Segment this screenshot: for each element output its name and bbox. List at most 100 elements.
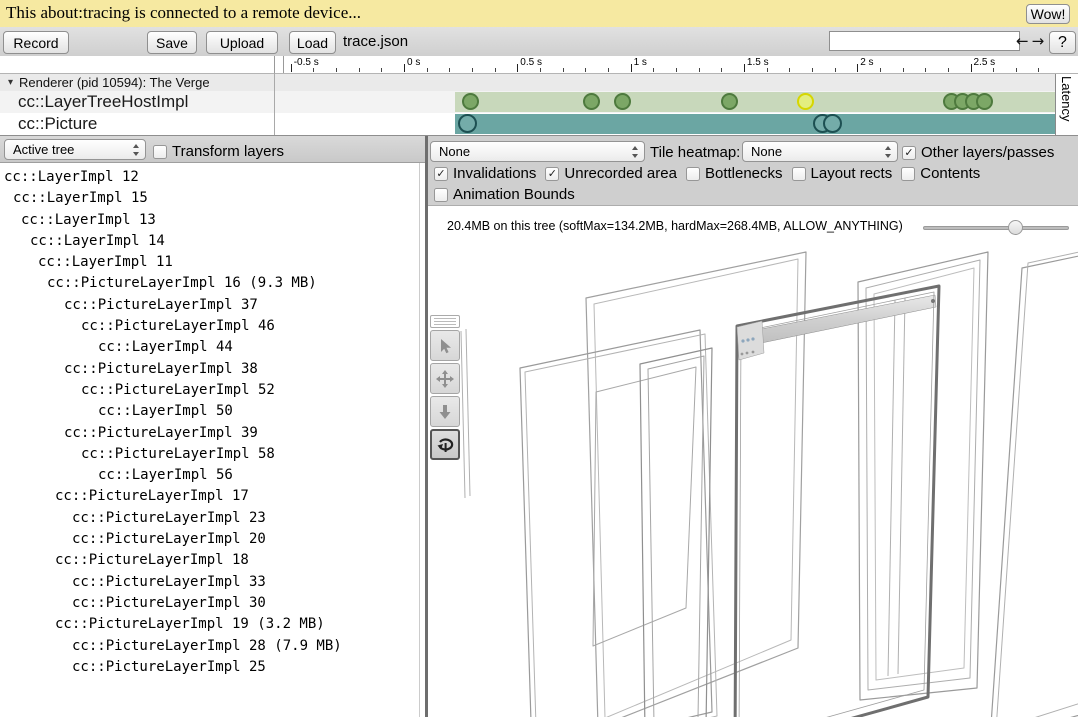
find-next-icon[interactable]: → [1032,32,1045,50]
layer-tree-item[interactable]: cc::LayerImpl 15 [0,188,419,209]
timeline-ruler[interactable]: -0.5 s0 s0.5 s1 s1.5 s2 s2.5 s [0,56,1078,73]
arrow-down-icon [436,403,454,421]
checkbox-box[interactable]: ✓ [902,146,916,160]
checkbox-label: Transform layers [172,143,284,160]
layer-tree-item[interactable]: cc::LayerImpl 14 [0,231,419,252]
checkbox-contents[interactable]: Contents [901,165,980,182]
ruler-tick-label: -0.5 s [294,57,319,68]
tree-type-select[interactable]: Active tree [4,139,146,160]
checkbox-animation-bounds[interactable]: Animation Bounds [434,186,575,203]
upload-button[interactable]: Upload [206,31,278,54]
layer-tree-item[interactable]: cc::PictureLayerImpl 30 [0,593,419,614]
record-button[interactable]: Record [3,31,69,54]
layer-tree-item[interactable]: cc::PictureLayerImpl 33 [0,572,419,593]
layer-tree-item[interactable]: cc::PictureLayerImpl 23 [0,508,419,529]
layer-tree-item[interactable]: cc::PictureLayerImpl 46 [0,316,419,337]
checkbox-transform-layers[interactable]: Transform layers [153,143,284,160]
track-layertreehost-row[interactable]: cc::LayerTreeHostImpl [0,91,1078,113]
layer-tree-item[interactable]: cc::PictureLayerImpl 37 [0,295,419,316]
event-dot[interactable] [614,93,631,110]
track-picture-row[interactable]: cc::Picture [0,113,1078,135]
checkbox-box[interactable] [792,167,806,181]
process-group-header[interactable]: ▾ Renderer (pid 10594): The Verge [0,73,1078,91]
checkbox-box[interactable] [686,167,700,181]
event-dot[interactable] [976,93,993,110]
latency-track-header[interactable]: Latency [1055,74,1078,135]
search-input[interactable] [829,31,1020,51]
layer-tree[interactable]: cc::LayerImpl 12cc::LayerImpl 15cc::Laye… [0,163,419,717]
picture-event-circle[interactable] [823,114,842,133]
save-button[interactable]: Save [147,31,197,54]
select-tool-button[interactable] [430,330,460,361]
checkbox-bottlenecks[interactable]: Bottlenecks [686,165,783,182]
layer-tree-item[interactable]: cc::PictureLayerImpl 19 (3.2 MB) [0,614,419,635]
picture-event-band[interactable] [455,114,1055,134]
checkbox-label: Other layers/passes [921,144,1054,161]
overlay-select[interactable]: None [430,141,645,162]
checkbox-box[interactable] [434,188,448,202]
ruler-tick [540,68,541,72]
memory-slider-track[interactable] [923,226,1069,230]
latency-label: Latency [1059,76,1074,122]
layer-tree-item[interactable]: cc::PictureLayerImpl 38 [0,359,419,380]
memory-slider[interactable] [923,220,1069,236]
checkbox-layout-rects[interactable]: Layout rects [792,165,893,182]
select-arrows-icon [884,145,892,159]
checkbox-unrecorded-area[interactable]: ✓ Unrecorded area [545,165,677,182]
layer-view-canvas[interactable]: 20.4MB on this tree (softMax=134.2MB, ha… [428,206,1078,717]
layer-tree-item[interactable]: cc::PictureLayerImpl 20 [0,529,419,550]
rotate-3d-icon [436,435,455,454]
event-dot[interactable] [462,93,479,110]
layer-tree-item[interactable]: cc::LayerImpl 13 [0,210,419,231]
layer-tree-item[interactable]: cc::LayerImpl 44 [0,337,419,358]
memory-slider-thumb[interactable] [1008,220,1023,235]
rotate-tool-button[interactable] [430,429,460,460]
ruler-tick [835,68,836,72]
checkbox-box[interactable]: ✓ [545,167,559,181]
wow-button[interactable]: Wow! [1026,4,1070,24]
layer-tree-item[interactable]: cc::PictureLayerImpl 58 [0,444,419,465]
layer-tree-item[interactable]: cc::LayerImpl 50 [0,401,419,422]
pan-tool-button[interactable] [430,363,460,394]
checkbox-label: Unrecorded area [564,165,677,182]
collapse-triangle-icon[interactable]: ▾ [8,77,13,88]
track-label-layertreehost: cc::LayerTreeHostImpl [18,91,188,113]
checkbox-box[interactable]: ✓ [434,167,448,181]
layer-tree-item[interactable]: cc::LayerImpl 56 [0,465,419,486]
track-label-divider [274,73,275,135]
checkbox-box[interactable] [153,145,167,159]
picture-event-circle[interactable] [458,114,477,133]
event-dot[interactable] [583,93,600,110]
event-dot[interactable] [721,93,738,110]
ruler-tick-label: 2 s [860,57,873,68]
layer-tree-item[interactable]: cc::LayerImpl 11 [0,252,419,273]
ruler-tick [404,64,405,72]
highlighted-event-dot[interactable] [797,93,814,110]
ruler-tick [744,64,745,72]
checkbox-box[interactable] [901,167,915,181]
help-button[interactable]: ? [1049,31,1076,54]
memory-usage-text: 20.4MB on this tree (softMax=134.2MB, ha… [447,219,903,233]
layer-tree-item[interactable]: cc::PictureLayerImpl 39 [0,423,419,444]
layer-tree-item[interactable]: cc::PictureLayerImpl 28 (7.9 MB) [0,636,419,657]
find-previous-icon[interactable]: ← [1016,32,1029,50]
checkbox-invalidations[interactable]: ✓Invalidations [434,165,536,182]
load-button[interactable]: Load [289,31,336,54]
process-group-title: Renderer (pid 10594): The Verge [19,75,210,90]
tile-heatmap-select[interactable]: None [742,141,898,162]
zoom-tool-button[interactable] [430,396,460,427]
palette-grip-handle[interactable] [430,315,460,328]
ruler-tick-label: 0 s [407,57,420,68]
layer-tree-item[interactable]: cc::PictureLayerImpl 52 [0,380,419,401]
layer-tree-item[interactable]: cc::PictureLayerImpl 25 [0,657,419,678]
checkbox-other-layers-passes[interactable]: ✓ Other layers/passes [902,144,1054,161]
ruler-tick [563,68,564,72]
layer-tree-item[interactable]: cc::PictureLayerImpl 18 [0,550,419,571]
ruler-tick [767,68,768,72]
ruler-tick [472,68,473,72]
layer-tree-item[interactable]: cc::PictureLayerImpl 16 (9.3 MB) [0,273,419,294]
layer-tree-item[interactable]: cc::PictureLayerImpl 17 [0,486,419,507]
ruler-tick [971,64,972,72]
layer-tree-item[interactable]: cc::LayerImpl 12 [0,167,419,188]
move-arrows-icon [435,369,455,389]
